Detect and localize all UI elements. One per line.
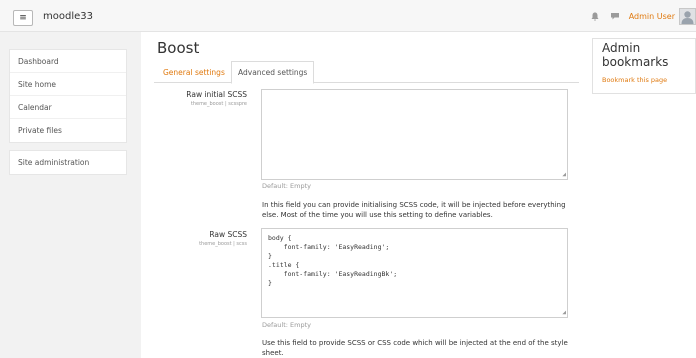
admin-nav: Site administration <box>9 150 127 175</box>
settings-tabs: General settings Advanced settings <box>154 61 579 84</box>
resize-handle-icon[interactable]: ◢ <box>562 310 566 316</box>
setting-label-raw-initial-scss: Raw initial SCSS theme_boost | scsspre <box>157 90 247 107</box>
code-line: } <box>268 252 272 260</box>
nav-item-site-administration[interactable]: Site administration <box>10 151 126 174</box>
nav-item-dashboard[interactable]: Dashboard <box>10 50 126 73</box>
bookmark-this-page-link[interactable]: Bookmark this page <box>602 76 667 84</box>
setting-key: theme_boost | scsspre <box>190 101 247 107</box>
tab-advanced-settings[interactable]: Advanced settings <box>231 61 315 84</box>
bell-icon[interactable] <box>588 9 602 23</box>
admin-bookmarks-block: Admin bookmarks Bookmark this page <box>592 38 696 94</box>
block-title: Admin bookmarks <box>602 41 669 69</box>
nav-item-private-files[interactable]: Private files <box>10 119 126 142</box>
default-value: Default: Empty <box>262 182 311 190</box>
top-navbar: ≡ moodle33 Admin User <box>0 0 696 32</box>
nav-drawer: Dashboard Site home Calendar Private fil… <box>0 32 141 358</box>
code-line: body { <box>268 234 292 242</box>
user-silhouette-icon[interactable] <box>679 7 696 25</box>
setting-name: Raw initial SCSS <box>186 90 247 99</box>
speech-bubble-icon[interactable] <box>608 9 622 23</box>
tab-general-settings[interactable]: General settings <box>157 61 231 83</box>
code-line: } <box>268 279 272 287</box>
site-name[interactable]: moodle33 <box>43 11 93 22</box>
nav-item-site-home[interactable]: Site home <box>10 73 126 96</box>
raw-scss-textarea[interactable]: body { font-family: 'EasyReading'; } .ti… <box>261 228 568 318</box>
nav-item-calendar[interactable]: Calendar <box>10 96 126 119</box>
page-title: Boost <box>157 39 200 57</box>
menu-toggle-button[interactable]: ≡ <box>13 10 33 26</box>
user-menu-area: Admin User <box>588 5 696 27</box>
raw-initial-scss-textarea[interactable]: ◢ <box>261 89 568 180</box>
setting-description: In this field you can provide initialisi… <box>262 201 566 219</box>
resize-handle-icon[interactable]: ◢ <box>562 172 566 178</box>
code-line: font-family: 'EasyReading'; <box>268 243 390 251</box>
code-line: .title { <box>268 261 300 269</box>
setting-label-raw-scss: Raw SCSS theme_boost | scss <box>157 230 247 247</box>
hamburger-icon: ≡ <box>19 13 27 23</box>
user-menu-name[interactable]: Admin User <box>629 12 675 21</box>
main-nav: Dashboard Site home Calendar Private fil… <box>9 49 127 143</box>
setting-description: Use this field to provide SCSS or CSS co… <box>262 339 568 357</box>
setting-key: theme_boost | scss <box>199 241 247 247</box>
code-line: font-family: 'EasyReadingBk'; <box>268 270 398 278</box>
setting-name: Raw SCSS <box>209 230 247 239</box>
default-value: Default: Empty <box>262 321 311 329</box>
